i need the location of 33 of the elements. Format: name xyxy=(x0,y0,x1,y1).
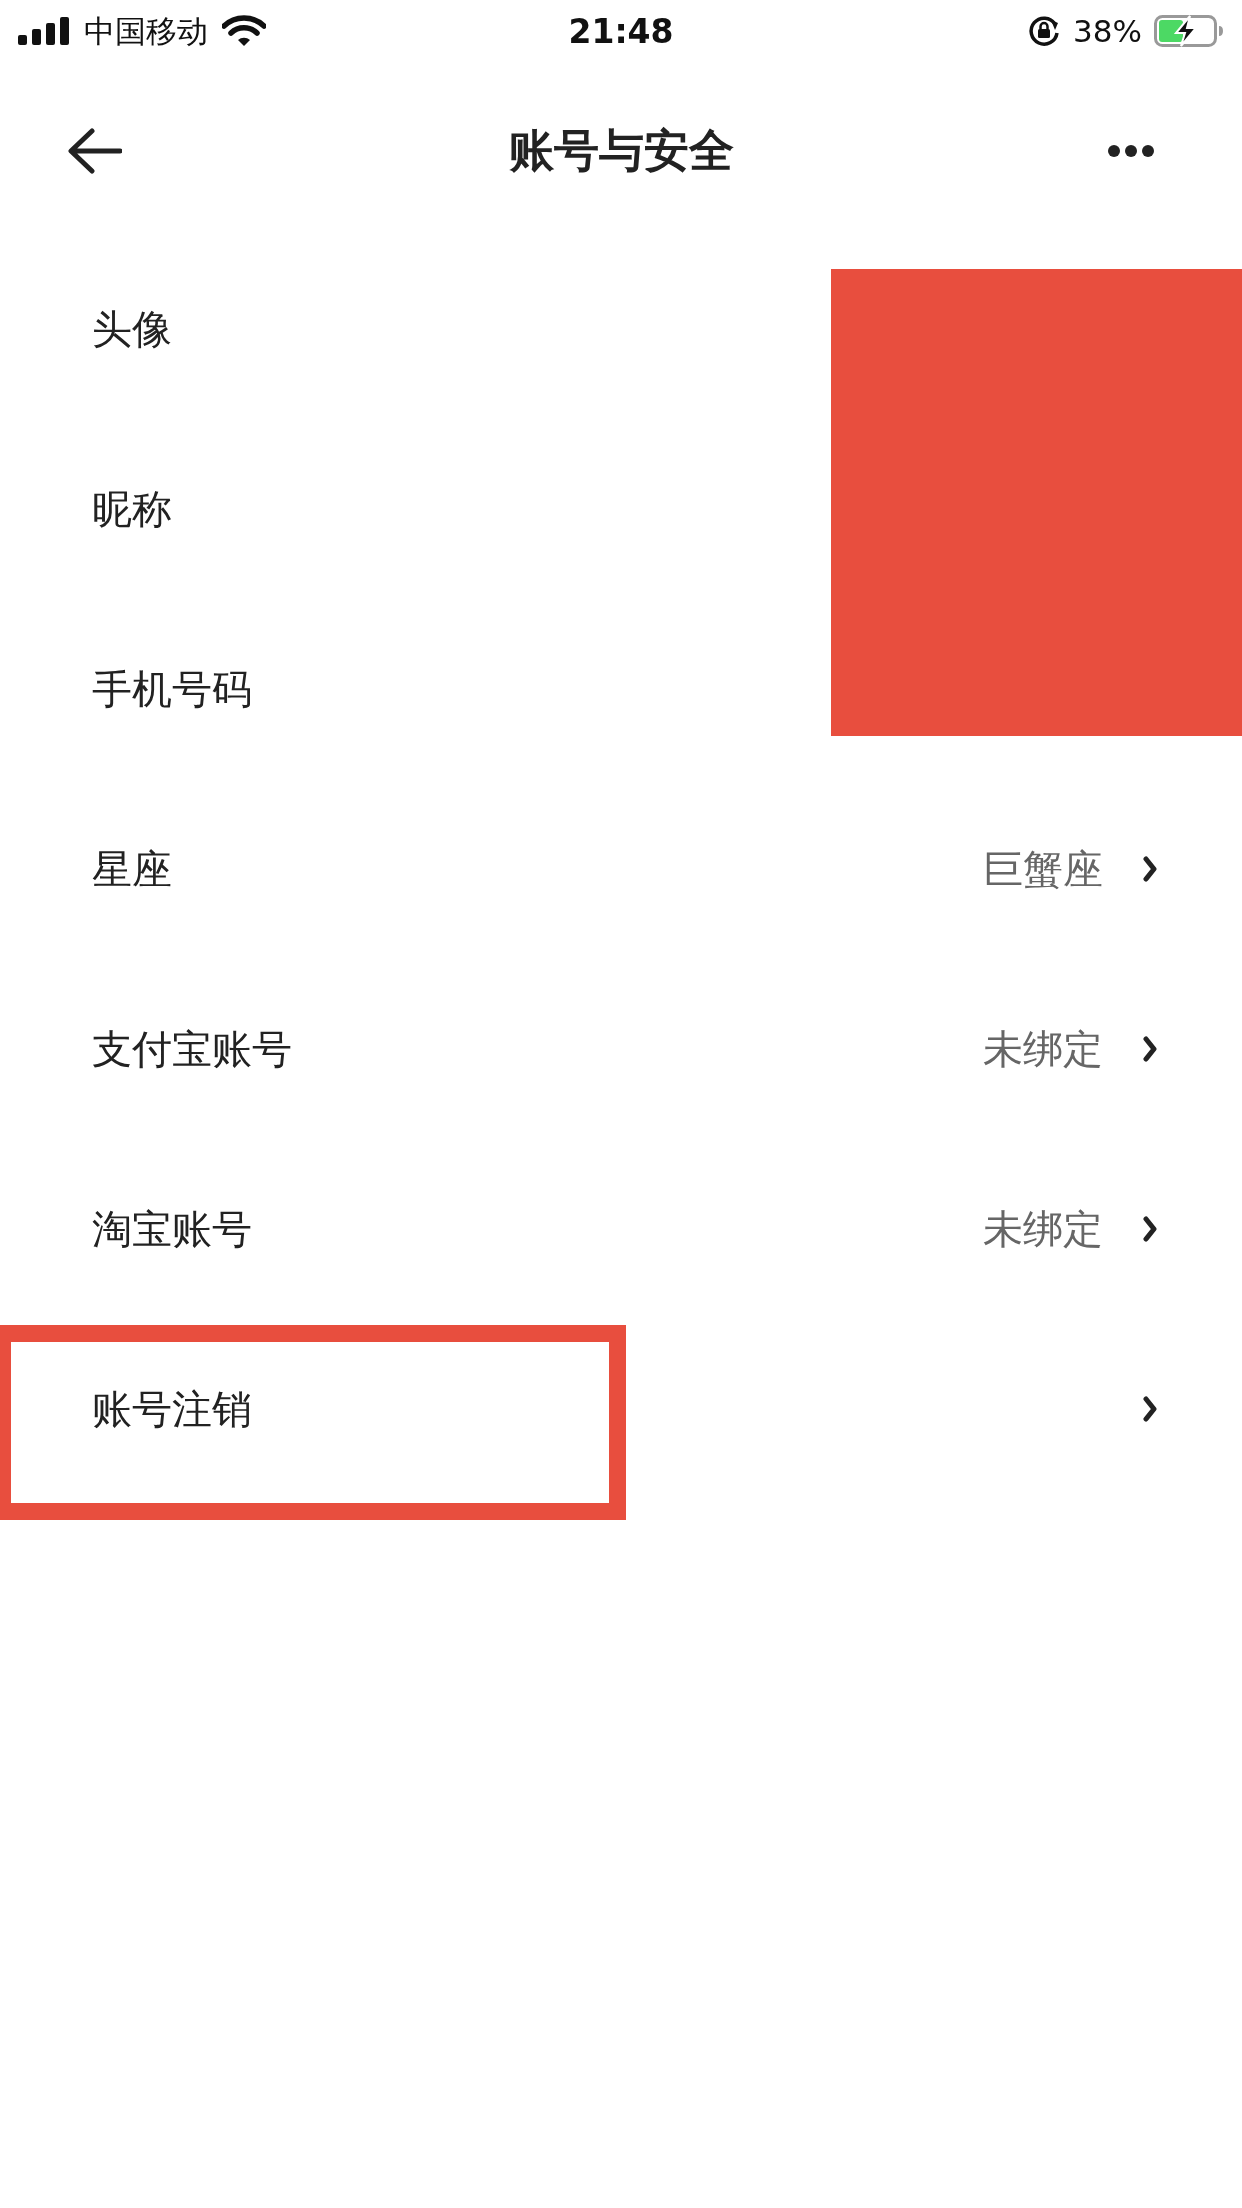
settings-row[interactable]: 淘宝账号 未绑定 xyxy=(0,1139,1242,1319)
chevron-icon xyxy=(1143,1396,1157,1422)
chevron-icon xyxy=(1143,1036,1157,1062)
row-label: 支付宝账号 xyxy=(92,1024,292,1074)
row-label: 账号注销 xyxy=(92,1384,252,1434)
page-title: 账号与安全 xyxy=(507,122,735,179)
row-label: 星座 xyxy=(92,844,172,894)
row-label: 头像 xyxy=(92,304,172,354)
chevron-icon xyxy=(1143,1216,1157,1242)
row-value: 未绑定 xyxy=(983,1024,1103,1074)
chevron-icon xyxy=(1143,856,1157,882)
more-icon xyxy=(1108,144,1154,157)
settings-row[interactable]: 昵称 xyxy=(0,419,831,599)
back-button[interactable] xyxy=(68,127,122,174)
row-label: 昵称 xyxy=(92,484,172,534)
row-label: 淘宝账号 xyxy=(92,1204,252,1254)
carrier-name: 中国移动 xyxy=(84,15,208,47)
settings-row[interactable]: 星座 巨蟹座 xyxy=(0,779,1242,959)
settings-row[interactable]: 账号注销 xyxy=(0,1319,1242,1520)
signal-icon xyxy=(18,17,70,45)
settings-row[interactable]: 头像 xyxy=(0,239,831,419)
settings-row[interactable]: 手机号码 xyxy=(0,599,831,779)
wifi-icon xyxy=(222,15,266,47)
back-arrow-icon xyxy=(68,127,122,174)
settings-row[interactable]: 支付宝账号 未绑定 xyxy=(0,959,1242,1139)
row-value: 未绑定 xyxy=(983,1204,1103,1254)
more-button[interactable] xyxy=(1108,144,1154,157)
row-value: 巨蟹座 xyxy=(983,844,1103,894)
battery-icon xyxy=(1154,15,1224,47)
status-time: 21:48 xyxy=(568,14,674,48)
row-label: 手机号码 xyxy=(92,664,252,714)
battery-percent: 38% xyxy=(1073,15,1142,47)
rotation-lock-icon xyxy=(1027,14,1062,48)
